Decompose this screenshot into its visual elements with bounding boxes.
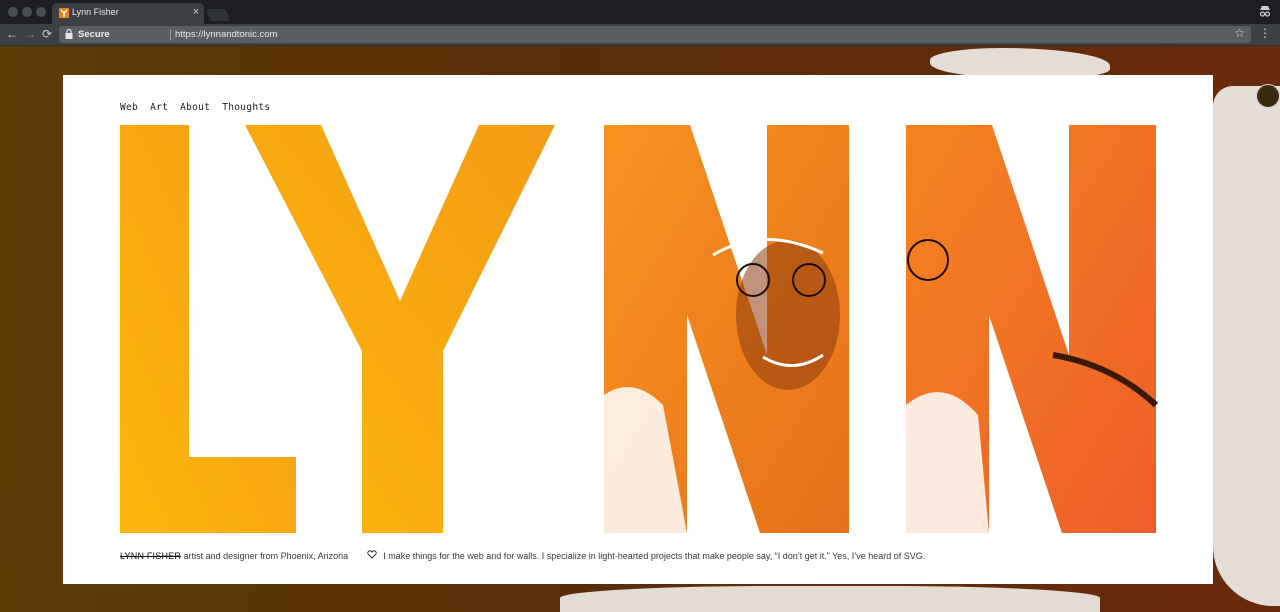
maximize-window-button[interactable]: [36, 7, 46, 17]
page-viewport: Web Art About Thoughts LYNN FISHER artist a…: [0, 46, 1280, 612]
new-tab-button[interactable]: [205, 9, 231, 21]
main-nav: Web Art About Thoughts: [120, 97, 282, 115]
nav-art[interactable]: Art: [150, 102, 168, 113]
background-photo-highlight: [1213, 86, 1280, 606]
incognito-icon: [1259, 6, 1271, 17]
close-window-button[interactable]: [8, 7, 18, 17]
url-text[interactable]: https://lynnandtonic.com: [175, 29, 277, 40]
lock-icon: [65, 29, 73, 39]
url-separator: [170, 29, 171, 40]
site-tagline: artist and designer from Phoenix, Arizon…: [183, 551, 349, 561]
back-button[interactable]: ←: [6, 26, 18, 42]
tab-title: Lynn Fisher: [72, 7, 119, 17]
extension-icon[interactable]: [1256, 84, 1280, 108]
site-bio: I make things for the web and for walls.…: [383, 551, 926, 561]
browser-tab[interactable]: Lynn Fisher ×: [52, 3, 204, 24]
address-bar[interactable]: Secure https://lynnandtonic.com ☆: [59, 26, 1251, 43]
hero-letter-n: [906, 125, 1159, 533]
background-photo-highlight: [560, 586, 1100, 612]
secure-label: Secure: [78, 29, 110, 40]
nav-about[interactable]: About: [180, 102, 210, 113]
hero-letters: [120, 125, 1159, 533]
reload-button[interactable]: ⟳: [42, 26, 52, 42]
minimize-window-button[interactable]: [22, 7, 32, 17]
hero-card: Web Art About Thoughts LYNN FISHER artist a…: [63, 75, 1213, 584]
heart-icon: [366, 550, 377, 559]
hero-letter-l: [120, 125, 296, 533]
site-footer: LYNN FISHER artist and designer from Pho…: [120, 550, 925, 561]
browser-toolbar: ← → ⟳ Secure https://lynnandtonic.com ☆ …: [0, 24, 1280, 46]
browser-titlebar: Lynn Fisher ×: [0, 0, 1280, 24]
forward-button[interactable]: →: [24, 26, 36, 42]
site-name: LYNN FISHER: [120, 551, 182, 561]
star-icon[interactable]: ☆: [1234, 26, 1245, 40]
tab-close-button[interactable]: ×: [193, 6, 199, 18]
hero-letter-n: [604, 125, 849, 533]
background-photo-highlight: [930, 48, 1110, 78]
favicon-icon: [59, 8, 69, 18]
nav-thoughts[interactable]: Thoughts: [222, 102, 270, 113]
nav-web[interactable]: Web: [120, 102, 138, 113]
menu-icon[interactable]: ⋮: [1259, 26, 1271, 40]
